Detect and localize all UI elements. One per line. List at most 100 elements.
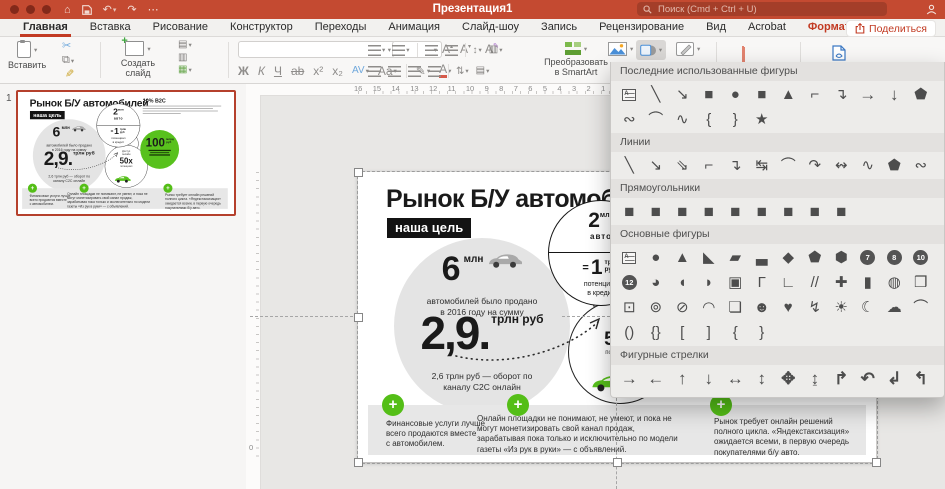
ribbon-tab[interactable]: Запись	[530, 19, 588, 37]
slide-layout-button[interactable]: ▤	[178, 40, 187, 50]
shape-trapezoid[interactable]: ▃	[749, 245, 776, 270]
subscript-button[interactable]: x₂	[332, 64, 343, 78]
shape-arc[interactable]: ⌒	[908, 295, 935, 320]
selection-handle[interactable]	[872, 458, 881, 467]
shape-pie[interactable]: ◕	[643, 270, 670, 295]
selection-handle[interactable]	[354, 458, 363, 467]
shape-scribble[interactable]: ∾	[908, 153, 935, 178]
shape-snip-single-corner-rectangle[interactable]: ■	[669, 199, 696, 224]
numbering-button[interactable]: ▾	[392, 45, 409, 56]
shape-heart[interactable]: ♥	[775, 295, 802, 320]
selection-handle[interactable]	[613, 458, 622, 467]
shape-oval[interactable]: ●	[643, 245, 670, 270]
redo-icon[interactable]: ↷	[127, 3, 136, 16]
shape-curve[interactable]: ⌒	[643, 107, 670, 132]
slide-thumbnail[interactable]: Рынок Б/У автомобилей наша цель 6млн авт…	[16, 90, 236, 216]
shape-bevel[interactable]: ⊡	[616, 295, 643, 320]
shape-folded-corner[interactable]: ❏	[722, 295, 749, 320]
shape-smiley-face[interactable]: ☻	[749, 295, 776, 320]
minimize-window-icon[interactable]	[26, 5, 35, 14]
shape-plaque[interactable]: ▮	[855, 270, 882, 295]
close-window-icon[interactable]	[10, 5, 19, 14]
shape-scribble[interactable]: ∾	[616, 107, 643, 132]
shape-cross[interactable]: ✚	[828, 270, 855, 295]
ribbon-tab[interactable]: Вид	[695, 19, 737, 37]
copy-button[interactable]: ⧉	[62, 55, 70, 66]
ribbon-tab[interactable]: Рецензирование	[588, 19, 695, 37]
shape-round-same-side-corner-rectangle[interactable]: ■	[802, 199, 829, 224]
italic-button[interactable]: К	[258, 64, 265, 78]
justify-button[interactable]	[428, 66, 441, 77]
ribbon-tab[interactable]: Конструктор	[219, 19, 304, 37]
more-commands-icon[interactable]: ⋯	[148, 3, 159, 16]
selection-handle[interactable]	[354, 168, 363, 177]
ribbon-tab[interactable]: Главная	[12, 19, 79, 37]
shape-dodecagon[interactable]: 12	[616, 270, 643, 295]
undo-icon[interactable]: ↶	[103, 3, 112, 16]
selection-handle[interactable]	[354, 313, 363, 322]
shape-line-arrow[interactable]: ↘	[669, 82, 696, 107]
shape-double-brace[interactable]: {}	[643, 320, 670, 345]
shape-regular-pentagon[interactable]: ⬟	[802, 245, 829, 270]
shape-star[interactable]: ★	[749, 107, 776, 132]
shape-text-box[interactable]: A	[616, 82, 643, 107]
character-spacing-button[interactable]: AV	[352, 65, 365, 76]
account-icon[interactable]	[926, 4, 937, 15]
insert-picture-button[interactable]: ▾	[608, 42, 633, 56]
shape-snip-same-side-corner-rectangle[interactable]: ■	[696, 199, 723, 224]
search-input[interactable]	[656, 3, 881, 16]
shape-left-right-up-arrow[interactable]: ↨	[802, 366, 829, 391]
shape-half-frame[interactable]: Γ	[749, 270, 776, 295]
shape-octagon[interactable]: 8	[881, 245, 908, 270]
shape-left-brace[interactable]: {	[696, 107, 723, 132]
shape-left-bracket[interactable]: [	[669, 320, 696, 345]
shape-rounded-rectangle[interactable]: ■	[643, 199, 670, 224]
shape-right-bracket[interactable]: ]	[696, 320, 723, 345]
align-left-button[interactable]	[368, 66, 381, 77]
section-button[interactable]: ▦	[178, 65, 187, 75]
home-icon[interactable]: ⌂	[64, 4, 71, 16]
shape-snip-diagonal-corner-rectangle[interactable]: ■	[722, 199, 749, 224]
shape-donut[interactable]: ⊚	[643, 295, 670, 320]
shape-no-symbol[interactable]: ⊘	[669, 295, 696, 320]
window-controls[interactable]	[10, 5, 51, 14]
shape-text-box[interactable]: A	[616, 245, 643, 270]
shape-curved-connector[interactable]: ⌒	[775, 153, 802, 178]
shape-line-arrow[interactable]: ↘	[643, 153, 670, 178]
acrobat-pdf-icon[interactable]	[832, 45, 846, 61]
shape-left-arrow[interactable]: ←	[643, 366, 670, 391]
text-direction-button[interactable]: ⇅▾	[456, 66, 469, 77]
shape-curved-arrow-connector[interactable]: ↷	[802, 153, 829, 178]
superscript-button[interactable]: x²	[313, 64, 323, 78]
shape-quad-arrow[interactable]: ✥	[775, 366, 802, 391]
shape-isosceles-triangle[interactable]: ▲	[669, 245, 696, 270]
shape-curved-line[interactable]: ∿	[669, 107, 696, 132]
shape-bent-arrow[interactable]: ↱	[828, 366, 855, 391]
shape-hexagon[interactable]: ⬢	[828, 245, 855, 270]
shape-elbow-connector[interactable]: ⌐	[802, 82, 829, 107]
shape-rectangle[interactable]: ■	[696, 82, 723, 107]
shape-up-arrow[interactable]: ↑	[669, 366, 696, 391]
shapes-button[interactable]: ▾	[636, 40, 666, 60]
shape-chord[interactable]: ◖	[669, 270, 696, 295]
reset-slide-button[interactable]: ▥	[178, 53, 192, 63]
shape-cloud[interactable]: ☁	[881, 295, 908, 320]
shape-down-arrow[interactable]: ↓	[881, 82, 908, 107]
shape-right-brace[interactable]: }	[722, 107, 749, 132]
shape-elbow-double-arrow-connector[interactable]: ↹	[749, 153, 776, 178]
shape-freeform[interactable]: ⬟	[908, 82, 935, 107]
shape-left-up-arrow[interactable]: ↰	[908, 366, 935, 391]
undo-caret-icon[interactable]: ▾	[113, 6, 117, 14]
shape-lightning-bolt[interactable]: ↯	[802, 295, 829, 320]
shape-right-arrow[interactable]: →	[855, 82, 882, 107]
format-painter-button[interactable]: ✎	[63, 68, 74, 80]
increase-indent-button[interactable]	[445, 45, 458, 56]
bold-button[interactable]: Ж	[238, 64, 249, 78]
shape-moon[interactable]: ☾	[855, 295, 882, 320]
shape-block-arc[interactable]: ◠	[696, 295, 723, 320]
ribbon-tab[interactable]: Acrobat	[737, 19, 797, 37]
shape-sun[interactable]: ☀	[828, 295, 855, 320]
shape-frame[interactable]: ▣	[722, 270, 749, 295]
shape-up-down-arrow[interactable]: ↕	[749, 366, 776, 391]
convert-to-smartart-button[interactable]: ▾ Преобразоватьв SmartArt	[545, 42, 607, 78]
